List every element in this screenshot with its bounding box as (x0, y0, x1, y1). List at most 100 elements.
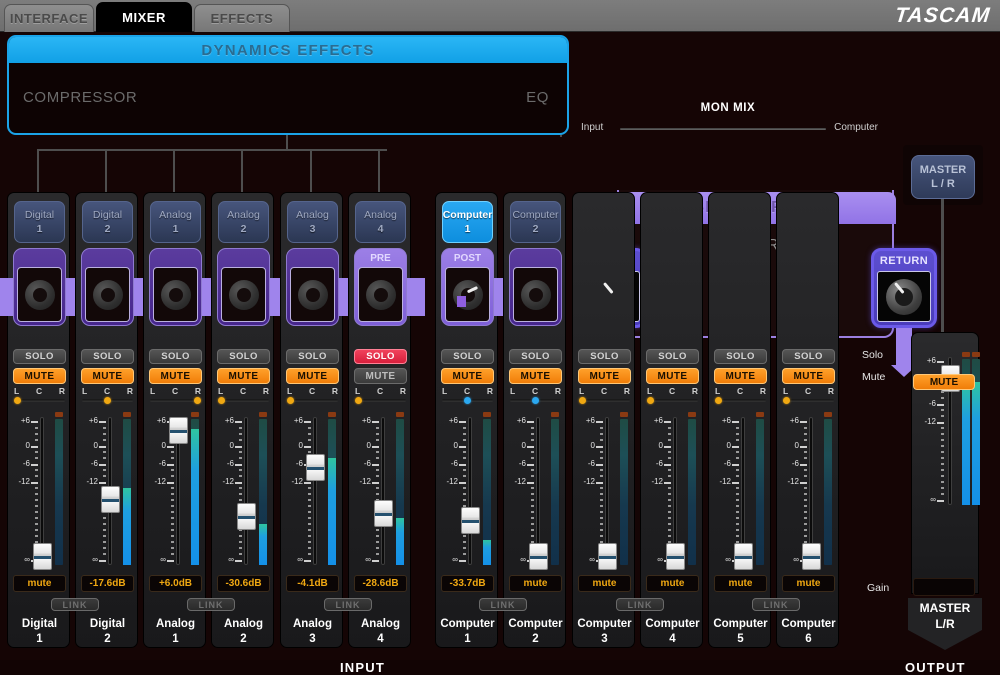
mute-button-3[interactable]: MUTE (149, 368, 202, 384)
fader-slot-5[interactable] (313, 417, 317, 565)
mon-mix-slider[interactable] (620, 128, 826, 130)
pan-slider-11[interactable] (715, 396, 766, 404)
solo-button-3[interactable]: SOLO (149, 349, 202, 364)
dynamics-dial[interactable] (452, 279, 483, 310)
pan-slider-1[interactable] (14, 396, 65, 404)
solo-button-10[interactable]: SOLO (646, 349, 699, 364)
dynamics-knob-2[interactable] (81, 248, 134, 326)
source-button-6[interactable]: Analog 4 (355, 201, 406, 243)
db-readout-11[interactable]: mute (714, 575, 767, 592)
pan-dot[interactable] (104, 396, 111, 404)
pan-dot[interactable] (579, 396, 586, 404)
dynamics-knob-1[interactable] (13, 248, 66, 326)
solo-button-12[interactable]: SOLO (782, 349, 835, 364)
mute-button-4[interactable]: MUTE (217, 368, 270, 384)
fader-cap-11[interactable] (734, 543, 753, 570)
mute-button-5[interactable]: MUTE (286, 368, 339, 384)
mute-button-11[interactable]: MUTE (714, 368, 767, 384)
pan-dot[interactable] (14, 396, 21, 404)
tab-mixer[interactable]: MIXER (96, 2, 192, 32)
pan-slider-6[interactable] (355, 396, 406, 404)
fader-cap-3[interactable] (169, 417, 188, 444)
pan-slider-5[interactable] (287, 396, 338, 404)
fader-cap-5[interactable] (306, 454, 325, 482)
source-button-7[interactable]: Computer 1 (442, 201, 493, 243)
dynamics-knob-5[interactable] (286, 248, 339, 326)
tab-interface[interactable]: INTERFACE (4, 4, 94, 32)
source-button-8[interactable]: Computer 2 (510, 201, 561, 243)
source-button-3[interactable]: Analog 1 (150, 201, 201, 243)
fader-slot-7[interactable] (468, 417, 472, 565)
dynamics-dial[interactable] (228, 279, 259, 310)
dynamics-dial[interactable] (160, 279, 191, 310)
link-button-7[interactable]: LINK (479, 598, 527, 611)
pan-slider-3[interactable] (150, 396, 201, 404)
fader-cap-12[interactable] (802, 543, 821, 570)
dynamics-effects-panel[interactable]: DYNAMICS EFFECTS COMPRESSOR EQ (7, 35, 569, 135)
pan-slider-2[interactable] (82, 396, 133, 404)
source-button-4[interactable]: Analog 2 (218, 201, 269, 243)
mute-button-7[interactable]: MUTE (441, 368, 494, 384)
dynamics-knob-6[interactable]: PRE (354, 248, 407, 326)
dynamics-knob-4[interactable] (217, 248, 270, 326)
db-readout-10[interactable]: mute (646, 575, 699, 592)
pan-slider-12[interactable] (783, 396, 834, 404)
solo-button-4[interactable]: SOLO (217, 349, 270, 364)
pan-dot[interactable] (464, 396, 471, 404)
db-readout-8[interactable]: mute (509, 575, 562, 592)
mute-button-12[interactable]: MUTE (782, 368, 835, 384)
link-button-3[interactable]: LINK (187, 598, 235, 611)
dynamics-knob-8[interactable] (509, 248, 562, 326)
db-readout-6[interactable]: -28.6dB (354, 575, 407, 592)
compressor-label[interactable]: COMPRESSOR (23, 89, 137, 106)
pan-slider-7[interactable] (442, 396, 493, 404)
db-readout-3[interactable]: +6.0dB (149, 575, 202, 592)
tab-effects[interactable]: EFFECTS (194, 4, 290, 32)
pan-dot[interactable] (532, 396, 539, 404)
pan-dot[interactable] (783, 396, 790, 404)
dynamics-dial[interactable] (92, 279, 123, 310)
db-readout-9[interactable]: mute (578, 575, 631, 592)
return-knob[interactable]: RETURN (871, 248, 937, 328)
source-button-5[interactable]: Analog 3 (287, 201, 338, 243)
eq-label[interactable]: EQ (526, 89, 549, 106)
fader-cap-1[interactable] (33, 543, 52, 570)
fader-cap-8[interactable] (529, 543, 548, 570)
dynamics-dial[interactable] (520, 279, 551, 310)
dynamics-dial[interactable] (365, 279, 396, 310)
solo-button-11[interactable]: SOLO (714, 349, 767, 364)
solo-button-9[interactable]: SOLO (578, 349, 631, 364)
pan-dot[interactable] (287, 396, 294, 404)
fader-cap-6[interactable] (374, 500, 393, 528)
solo-button-7[interactable]: SOLO (441, 349, 494, 364)
mute-button-8[interactable]: MUTE (509, 368, 562, 384)
pan-dot[interactable] (355, 396, 362, 404)
db-readout-5[interactable]: -4.1dB (286, 575, 339, 592)
db-readout-4[interactable]: -30.6dB (217, 575, 270, 592)
pan-dot[interactable] (715, 396, 722, 404)
pan-slider-9[interactable] (579, 396, 630, 404)
fader-cap-9[interactable] (598, 543, 617, 570)
fader-slot-6[interactable] (381, 417, 385, 565)
db-readout-2[interactable]: -17.6dB (81, 575, 134, 592)
fader-cap-2[interactable] (101, 485, 120, 513)
return-dial[interactable] (886, 278, 922, 315)
mute-button-9[interactable]: MUTE (578, 368, 631, 384)
mute-button-10[interactable]: MUTE (646, 368, 699, 384)
solo-button-2[interactable]: SOLO (81, 349, 134, 364)
mute-button-1[interactable]: MUTE (13, 368, 66, 384)
solo-button-5[interactable]: SOLO (286, 349, 339, 364)
db-readout-12[interactable]: mute (782, 575, 835, 592)
dynamics-dial[interactable] (297, 279, 328, 310)
fader-cap-4[interactable] (237, 503, 256, 531)
solo-button-6[interactable]: SOLO (354, 349, 407, 364)
link-button-1[interactable]: LINK (51, 598, 99, 611)
pan-slider-10[interactable] (647, 396, 698, 404)
pan-dot[interactable] (647, 396, 654, 404)
link-button-11[interactable]: LINK (752, 598, 800, 611)
source-button-2[interactable]: Digital 2 (82, 201, 133, 243)
pan-dot[interactable] (194, 396, 201, 404)
solo-button-8[interactable]: SOLO (509, 349, 562, 364)
fader-cap-7[interactable] (461, 507, 480, 535)
mute-button-2[interactable]: MUTE (81, 368, 134, 384)
